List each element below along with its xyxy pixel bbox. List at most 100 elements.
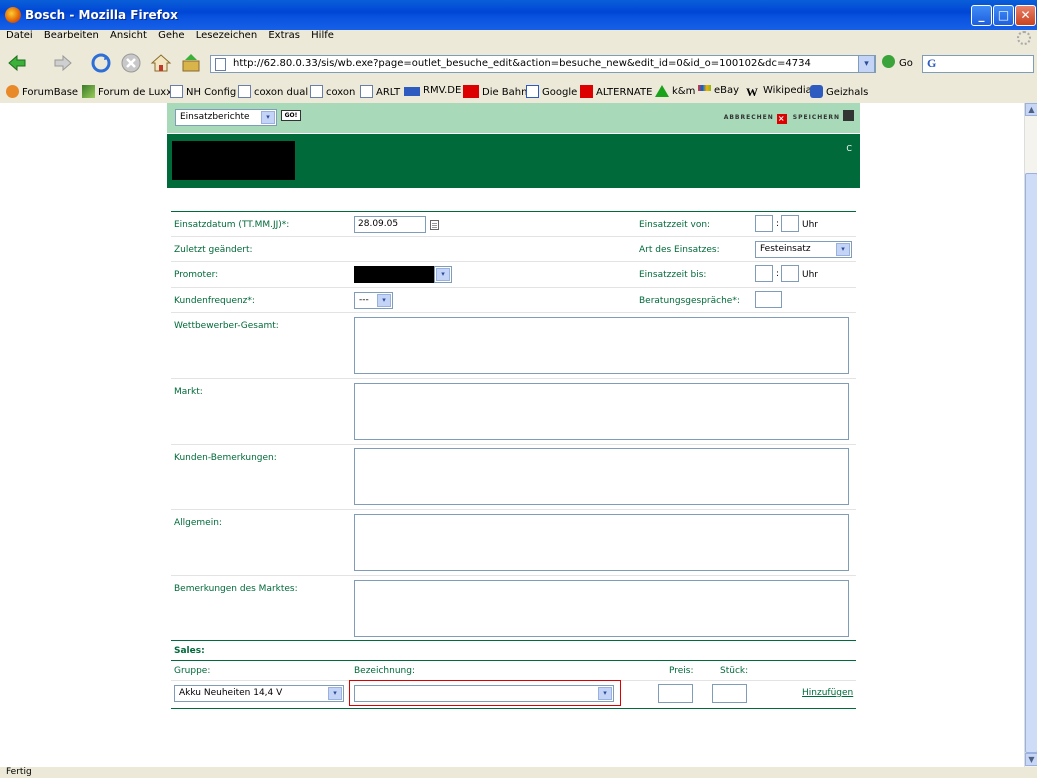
bookmark-forum-de-luxx[interactable]: Forum de Luxx [82,85,172,98]
chevron-down-icon: ▾ [836,243,850,256]
beratung-label: Beratungsgespräche*: [639,296,740,306]
bookmark-arlt[interactable]: ARLT [360,85,400,98]
promoter-label: Promoter: [174,270,219,280]
menu-datei[interactable]: Datei [6,30,33,41]
go-button[interactable]: Go [882,55,913,69]
home-icon[interactable] [150,52,172,74]
einsatzzeit-von-hour[interactable] [755,215,773,232]
divider [171,261,856,262]
back-icon[interactable] [6,52,28,74]
gruppe-select[interactable]: Akku Neuheiten 14,4 V ▾ [174,685,344,702]
bookmark-forumbase[interactable]: ForumBase [6,85,78,98]
scroll-up-icon[interactable]: ▲ [1025,103,1037,116]
art-select-value: Festeinsatz [760,244,811,254]
bookmarks-toolbar: ForumBase Forum de Luxx NH Config coxon … [0,82,1037,102]
vertical-scrollbar[interactable]: ▲ ▼ [1024,103,1037,767]
bookmark-label: ARLT [376,87,401,98]
maximize-button[interactable]: □ [993,5,1014,26]
url-history-dropdown[interactable]: ▾ [858,55,875,73]
add-link[interactable]: Hinzufügen [802,688,853,698]
redacted-logo [172,141,295,180]
menu-lesezeichen[interactable]: Lesezeichen [196,30,257,41]
divider [171,378,856,379]
einsatzdatum-input[interactable]: 28.09.05 [354,216,426,233]
url-bar[interactable]: http://62.80.0.33/sis/wb.exe?page=outlet… [210,55,876,73]
bezeichnung-select[interactable]: ▾ [354,685,614,702]
kunden-bemerkungen-textarea[interactable] [354,448,849,505]
bookmark-die-bahn[interactable]: Die Bahn [463,85,527,98]
bookmark-label: Forum de Luxx [98,87,173,98]
status-bar: Fertig [0,767,1037,778]
forward-icon[interactable] [52,52,74,74]
close-button[interactable]: ✕ [1015,5,1036,26]
menu-ansicht[interactable]: Ansicht [110,30,147,41]
bookmark-ebay[interactable]: eBay [698,85,739,96]
cancel-icon[interactable]: × [776,114,787,124]
header-banner: C [167,134,860,188]
stueck-input[interactable] [712,684,747,703]
promoter-select[interactable]: ▾ [434,266,452,283]
einsatzzeit-bis-hour[interactable] [755,265,773,282]
chevron-down-icon: ▾ [598,687,612,700]
stop-icon[interactable] [120,52,142,74]
bookmark-label: k&m [672,86,696,97]
menu-hilfe[interactable]: Hilfe [311,30,334,41]
search-input[interactable]: G [922,55,1034,73]
kundenfrequenz-select[interactable]: --- ▾ [354,292,393,309]
go-button[interactable]: GO! [281,110,301,121]
art-select[interactable]: Festeinsatz ▾ [755,241,852,258]
einsatzdatum-label: Einsatzdatum (TT.MM.JJ)*: [174,220,290,230]
forumbase-icon [6,85,19,98]
bookmark-google[interactable]: Google [526,85,577,98]
einsatzzeit-bis-minute[interactable] [781,265,799,282]
zuletzt-label: Zuletzt geändert: [174,245,253,255]
menu-extras[interactable]: Extras [268,30,300,41]
chevron-down-icon: ▾ [436,268,450,281]
wettbewerber-textarea[interactable] [354,317,849,374]
bookmark-wikipedia[interactable]: W Wikipedia [746,85,812,99]
module-select[interactable]: Einsatzberichte ▾ [175,109,277,126]
geizhals-icon [810,85,823,98]
bookmark-label: RMV.DE [423,85,462,96]
google-icon [526,85,539,98]
bookmark-coxon[interactable]: coxon [310,85,355,98]
save-icon[interactable] [843,110,854,121]
bookmark-coxon-dual[interactable]: coxon dual [238,85,308,98]
bookmark-label: coxon dual [254,87,309,98]
bookmark-alternate[interactable]: ALTERNATE [580,85,652,98]
uhr-label: Uhr [802,270,818,280]
einsatzzeit-von-minute[interactable] [781,215,799,232]
chevron-down-icon: ▾ [261,111,275,124]
scroll-thumb[interactable] [1025,173,1037,753]
divider [171,640,856,641]
go-label: Go [899,58,913,69]
scroll-down-icon[interactable]: ▼ [1025,753,1037,766]
divider [171,444,856,445]
bookmark-label: NH Config [186,87,237,98]
beratung-input[interactable] [755,291,782,308]
bookmark-km[interactable]: k&m [655,85,695,97]
cancel-button[interactable]: ABBRECHEN [724,114,774,121]
preis-input[interactable] [658,684,693,703]
menu-bearbeiten[interactable]: Bearbeiten [44,30,99,41]
calendar-icon[interactable] [430,220,439,230]
bemerkungen-marktes-textarea[interactable] [354,580,849,637]
kundenfrequenz-value: --- [359,295,369,305]
markt-textarea[interactable] [354,383,849,440]
reload-icon[interactable] [90,52,112,74]
alternate-icon [580,85,593,98]
window-titlebar: Bosch - Mozilla Firefox _ □ ✕ [0,0,1037,30]
bookmark-geizhals[interactable]: Geizhals [810,85,868,98]
bookmark-install-icon[interactable] [180,52,202,74]
bookmark-nh-config[interactable]: NH Config [170,85,236,98]
time-separator: : [776,219,780,229]
allgemein-textarea[interactable] [354,514,849,571]
kunden-bemerkungen-label: Kunden-Bemerkungen: [174,453,277,463]
divider [171,660,856,661]
throbber-icon [1017,31,1031,45]
minimize-button[interactable]: _ [971,5,992,26]
menu-gehe[interactable]: Gehe [158,30,184,41]
save-button[interactable]: SPEICHERN [793,114,840,121]
bookmark-rmv[interactable]: RMV.DE [404,85,461,96]
gruppe-select-value: Akku Neuheiten 14,4 V [179,688,283,698]
